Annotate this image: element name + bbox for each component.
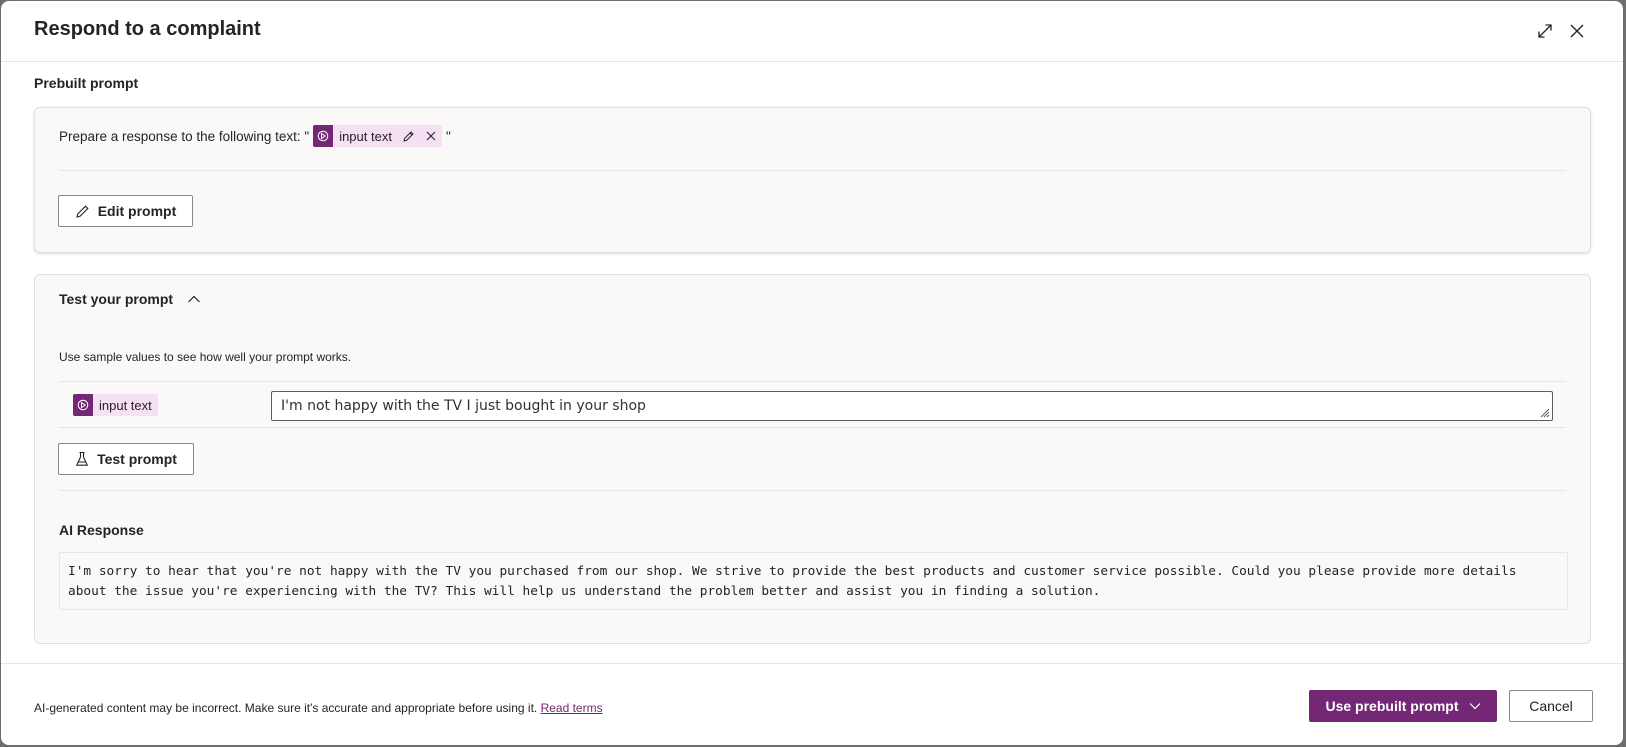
prompt-suffix: " — [445, 128, 451, 144]
prompt-prefix: Prepare a response to the following text… — [59, 128, 310, 144]
flask-icon — [76, 451, 89, 466]
chip-label: input text — [99, 397, 152, 413]
test-helper-text: Use sample values to see how well your p… — [59, 350, 352, 364]
cancel-button[interactable]: Cancel — [1509, 690, 1593, 722]
chevron-down-icon — [1469, 703, 1480, 710]
test-prompt-label: Test prompt — [97, 451, 177, 467]
test-prompt-card: Test your prompt Use sample values to se… — [34, 274, 1591, 644]
ai-input-icon — [73, 394, 93, 416]
use-prebuilt-prompt-label: Use prebuilt prompt — [1325, 698, 1459, 714]
chip-edit-button[interactable] — [398, 125, 420, 147]
input-text-chip[interactable]: input text — [313, 125, 442, 147]
sample-input-chip: input text — [73, 394, 158, 416]
chevron-up-icon — [188, 295, 201, 303]
prebuilt-prompt-label: Prebuilt prompt — [34, 75, 139, 91]
chip-remove-button[interactable] — [420, 125, 442, 147]
ai-input-icon — [313, 125, 334, 147]
edit-prompt-label: Edit prompt — [97, 203, 177, 219]
read-terms-link[interactable]: Read terms — [541, 701, 603, 715]
use-prebuilt-prompt-button[interactable]: Use prebuilt prompt — [1309, 690, 1497, 722]
dialog-footer: AI-generated content may be incorrect. M… — [1, 663, 1623, 745]
divider — [59, 427, 1566, 428]
test-prompt-button[interactable]: Test prompt — [58, 443, 194, 475]
resize-grip-icon[interactable] — [1538, 406, 1550, 418]
ai-response-output: I'm sorry to hear that you're not happy … — [59, 552, 1568, 610]
close-icon — [426, 131, 436, 141]
prebuilt-prompt-card: Prepare a response to the following text… — [34, 107, 1591, 253]
edit-prompt-button[interactable]: Edit prompt — [58, 195, 193, 227]
divider — [59, 170, 1566, 171]
prompt-text: Prepare a response to the following text… — [59, 125, 451, 147]
dialog-header: Respond to a complaint — [1, 1, 1623, 62]
expand-button[interactable] — [1531, 17, 1559, 45]
divider — [59, 490, 1566, 491]
close-button[interactable] — [1563, 17, 1591, 45]
ai-response-label: AI Response — [59, 522, 144, 538]
chip-label: input text — [339, 128, 392, 144]
pencil-icon — [403, 130, 415, 142]
test-prompt-toggle[interactable]: Test your prompt — [59, 291, 201, 307]
ai-disclaimer: AI-generated content may be incorrect. M… — [34, 701, 603, 715]
disclaimer-text: AI-generated content may be incorrect. M… — [34, 701, 541, 715]
sample-value-input[interactable]: I'm not happy with the TV I just bought … — [271, 391, 1553, 421]
expand-icon — [1538, 24, 1552, 38]
dialog: Respond to a complaint Prebuilt prompt P… — [1, 1, 1623, 745]
sample-value: I'm not happy with the TV I just bought … — [281, 398, 646, 414]
dialog-title: Respond to a complaint — [34, 18, 261, 40]
dialog-content: Prebuilt prompt Prepare a response to th… — [1, 63, 1623, 663]
divider — [59, 381, 1566, 382]
close-icon — [1570, 24, 1584, 38]
cancel-label: Cancel — [1529, 698, 1573, 714]
pencil-icon — [75, 204, 89, 218]
test-prompt-heading: Test your prompt — [59, 291, 174, 307]
